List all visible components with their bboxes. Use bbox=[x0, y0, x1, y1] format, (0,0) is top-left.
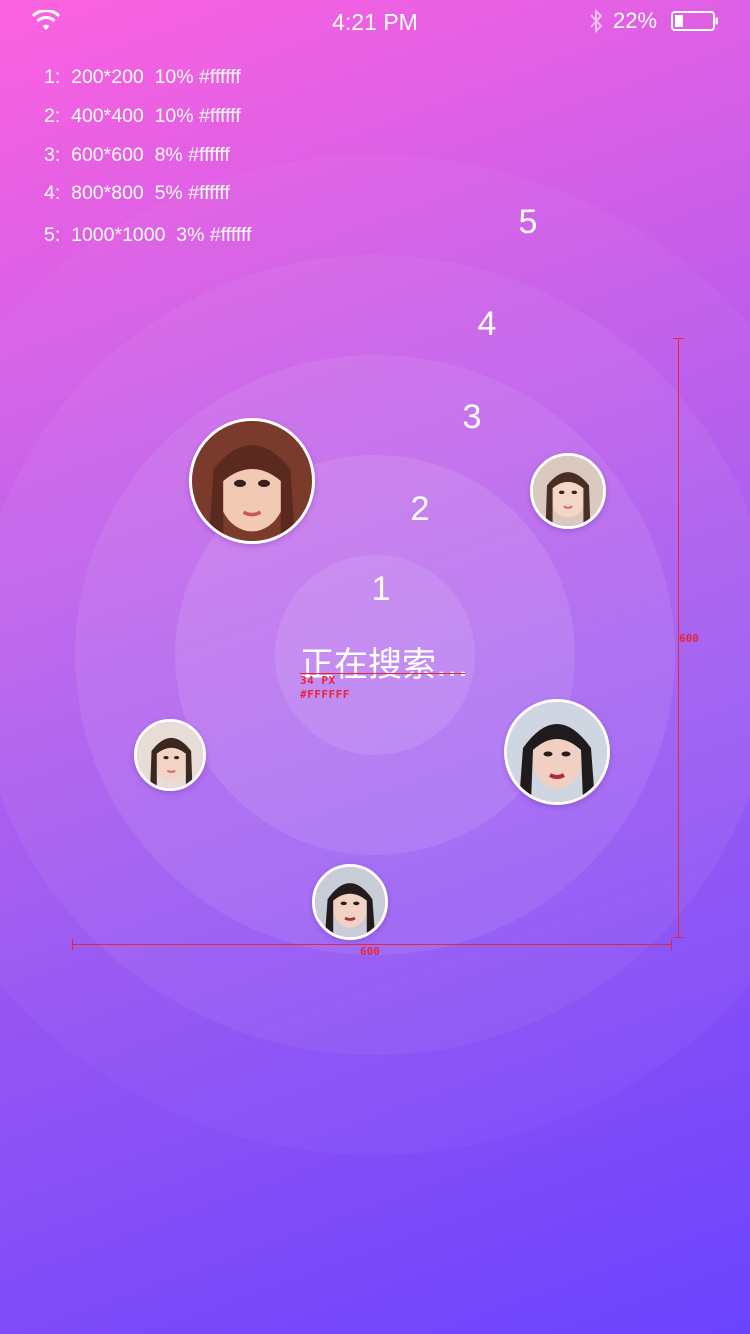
avatar-user-4[interactable] bbox=[504, 699, 610, 805]
avatar-user-3[interactable] bbox=[134, 719, 206, 791]
height-dimension-label: 600 bbox=[679, 632, 699, 645]
avatar-user-5[interactable] bbox=[312, 864, 388, 940]
avatar-user-2[interactable] bbox=[530, 453, 606, 529]
font-size-annotation: 34 PX bbox=[300, 674, 336, 687]
battery-icon bbox=[671, 11, 718, 31]
color-annotation: #FFFFFF bbox=[300, 688, 350, 701]
battery-percent: 22% bbox=[613, 8, 658, 33]
ring-label-4: 4 bbox=[477, 305, 497, 343]
ring-label-3: 3 bbox=[462, 398, 482, 436]
ring-label-2: 2 bbox=[410, 490, 430, 528]
height-dimension-cap-bottom bbox=[673, 937, 684, 938]
height-dimension-cap-top bbox=[673, 338, 684, 339]
ring-label-1: 1 bbox=[371, 570, 391, 608]
avatar-user-1[interactable] bbox=[189, 418, 315, 544]
spec-note-2: 2: 400*400 10% #ffffff bbox=[44, 105, 241, 127]
spec-note-3: 3: 600*600 8% #ffffff bbox=[44, 144, 230, 166]
ring-label-5: 5 bbox=[518, 203, 538, 241]
width-dimension-cap-right bbox=[671, 939, 672, 950]
spec-note-1: 1: 200*200 10% #ffffff bbox=[44, 66, 241, 88]
bluetooth-icon bbox=[590, 8, 603, 34]
width-dimension-label: 600 bbox=[360, 945, 380, 958]
width-dimension-cap-left bbox=[72, 939, 73, 950]
status-bar: 4:21 PM 22% bbox=[0, 0, 750, 44]
